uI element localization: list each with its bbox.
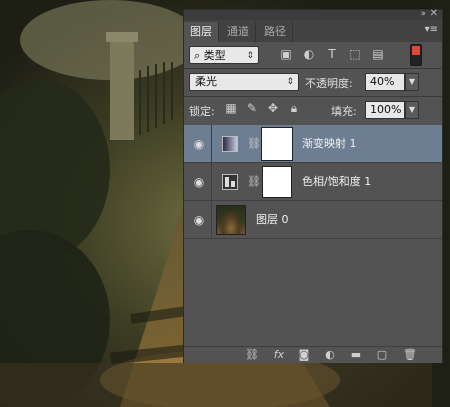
layer-name[interactable]: 渐变映射 1 — [302, 125, 357, 163]
tab-paths[interactable]: 路径 — [258, 22, 293, 42]
chain-link-icon[interactable]: ⛓ — [247, 174, 261, 190]
layers-bottom-toolbar: ⛓ fx ◙ ◐ ▬ ▢ 🗑︎ — [184, 346, 442, 363]
search-icon: ⌕ — [194, 49, 201, 62]
panel-tabs: 图层 通道 路径 ▾≡ — [184, 20, 442, 42]
new-layer-icon[interactable]: ▢ — [374, 348, 390, 362]
blend-row: 柔光 ⇕ 不透明度: 40% ▼ — [184, 69, 442, 95]
shape-filter-icon[interactable]: ⬚ — [348, 47, 362, 61]
lock-brush-icon[interactable]: ✎ — [245, 101, 259, 115]
adjustment-filter-icon[interactable]: ◐ — [302, 47, 316, 61]
panel-title-bar[interactable]: ›› ✕ — [184, 8, 442, 20]
chevron-updown-icon: ⇕ — [286, 77, 294, 87]
layer-image-thumbnail[interactable] — [216, 205, 246, 235]
fill-dropdown-button[interactable]: ▼ — [405, 101, 419, 119]
layer-mask-thumbnail[interactable] — [262, 166, 292, 198]
layer-name[interactable]: 色相/饱和度 1 — [302, 163, 371, 201]
lock-all-icon[interactable]: 🔒︎ — [287, 101, 301, 115]
layer-filter-select[interactable]: ⌕ 类型 ⇕ — [189, 46, 259, 64]
opacity-dropdown-button[interactable]: ▼ — [405, 73, 419, 91]
tab-layers[interactable]: 图层 — [184, 22, 219, 42]
layer-mask-thumbnail[interactable] — [261, 127, 293, 161]
smart-object-filter-icon[interactable]: ▤ — [371, 47, 385, 61]
layers-list: ◉ ⛓ 渐变映射 1 ◉ ⛓ 色相/饱和度 1 ◉ 图层 0 — [184, 125, 442, 347]
divider — [211, 201, 212, 239]
lock-position-icon[interactable]: ✥ — [266, 101, 280, 115]
filter-row: ⌕ 类型 ⇕ ▣ ◐ T ⬚ ▤ — [184, 42, 442, 68]
fx-icon[interactable]: fx — [271, 348, 287, 362]
layer-row-hue-saturation[interactable]: ◉ ⛓ 色相/饱和度 1 — [184, 163, 442, 201]
divider — [211, 125, 212, 163]
tab-channels[interactable]: 通道 — [221, 22, 256, 42]
trash-icon[interactable]: 🗑︎ — [402, 348, 418, 362]
fill-label: 填充: — [331, 105, 357, 118]
divider — [211, 163, 212, 201]
lock-label: 锁定: — [189, 105, 215, 118]
opacity-label: 不透明度: — [305, 77, 353, 90]
collapse-icon[interactable]: ›› — [421, 9, 426, 19]
layer-name[interactable]: 图层 0 — [256, 201, 289, 239]
chevron-updown-icon: ⇕ — [246, 51, 254, 61]
hue-saturation-icon[interactable] — [222, 174, 238, 190]
panel-menu-icon[interactable]: ▾≡ — [425, 24, 438, 35]
eye-visibility-icon[interactable]: ◉ — [190, 201, 208, 239]
layer-row-image[interactable]: ◉ 图层 0 — [184, 201, 442, 239]
blend-mode-select[interactable]: 柔光 ⇕ — [189, 73, 299, 91]
image-filter-icon[interactable]: ▣ — [279, 47, 293, 61]
lock-transparent-icon[interactable]: ▦ — [224, 101, 238, 115]
eye-visibility-icon[interactable]: ◉ — [190, 163, 208, 201]
type-filter-icon[interactable]: T — [325, 47, 339, 61]
link-layers-icon[interactable]: ⛓ — [244, 348, 260, 362]
lock-row: 锁定: ▦ ✎ ✥ 🔒︎ 填充: 100% ▼ — [184, 97, 442, 123]
group-folder-icon[interactable]: ▬ — [348, 348, 364, 362]
opacity-input[interactable]: 40% — [365, 73, 405, 91]
layers-panel: ›› ✕ 图层 通道 路径 ▾≡ ⌕ 类型 ⇕ ▣ ◐ T ⬚ ▤ 柔光 ⇕ 不… — [183, 8, 443, 363]
eye-visibility-icon[interactable]: ◉ — [190, 125, 208, 163]
filter-label: 类型 — [203, 49, 226, 62]
gradient-map-icon[interactable] — [222, 136, 238, 152]
blend-mode-value: 柔光 — [195, 75, 217, 88]
new-adjustment-icon[interactable]: ◐ — [322, 348, 338, 362]
layer-row-gradient-map[interactable]: ◉ ⛓ 渐变映射 1 — [184, 125, 442, 163]
chain-link-icon[interactable]: ⛓ — [247, 136, 261, 152]
filter-toggle-switch[interactable] — [410, 44, 422, 66]
fill-input[interactable]: 100% — [365, 101, 405, 119]
add-mask-icon[interactable]: ◙ — [296, 348, 312, 362]
close-icon[interactable]: ✕ — [430, 8, 438, 19]
